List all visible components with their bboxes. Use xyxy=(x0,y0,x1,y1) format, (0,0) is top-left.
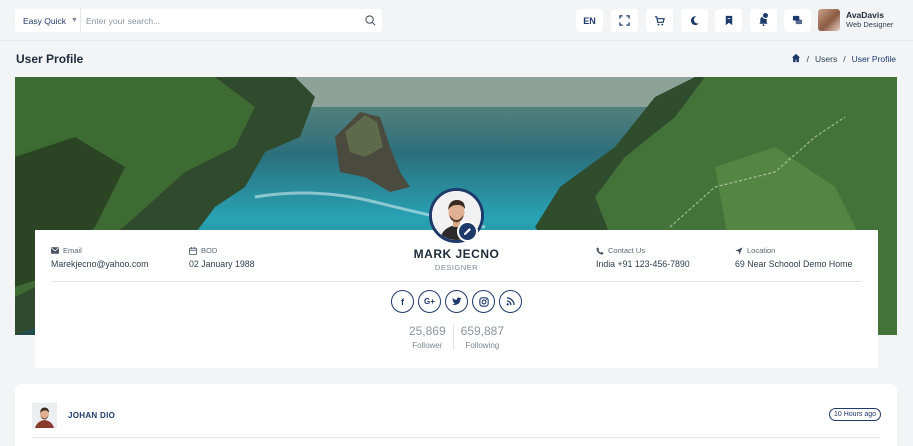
chevron-down-icon: ▼ xyxy=(71,17,78,24)
post-divider xyxy=(32,437,880,438)
following-label: Following xyxy=(465,341,500,350)
follower-stat: 25,869 Follower xyxy=(402,324,453,350)
contact-value: India +91 123-456-7890 xyxy=(596,259,690,269)
profile-card: Email Marekjecno@yahoo.com BOD 02 Januar… xyxy=(35,230,878,368)
search-icon[interactable] xyxy=(358,15,382,26)
search-bar: Easy Quick ▼ xyxy=(15,9,382,32)
breadcrumb: / Users / User Profile xyxy=(791,53,896,65)
location-arrow-icon xyxy=(735,246,743,255)
breadcrumb-separator: / xyxy=(843,54,846,64)
post-card: JOHAN DIO 10 Hours ago xyxy=(15,384,897,446)
notification-button[interactable] xyxy=(750,9,777,32)
search-input[interactable] xyxy=(81,15,358,26)
post-time-badge: 10 Hours ago xyxy=(828,408,881,421)
language-button[interactable]: EN xyxy=(576,9,603,32)
rss-icon xyxy=(506,297,515,306)
social-links: f G+ xyxy=(35,290,878,313)
language-label: EN xyxy=(583,15,596,26)
user-role: Web Designer xyxy=(846,20,894,29)
edit-avatar-button[interactable] xyxy=(457,221,478,242)
page-title: User Profile xyxy=(16,52,84,66)
following-stat: 659,887 Following xyxy=(452,324,511,350)
home-icon[interactable] xyxy=(791,53,801,65)
location-info: Location 69 Near Schoool Demo Home xyxy=(735,246,852,269)
follow-stats: 25,869 Follower 659,887 Following xyxy=(35,324,878,350)
contact-label: Contact Us xyxy=(608,246,646,255)
user-menu[interactable]: AvaDavis Web Designer xyxy=(818,9,893,31)
breadcrumb-current: User Profile xyxy=(851,54,896,64)
breadcrumb-separator: / xyxy=(806,54,810,64)
fullscreen-icon xyxy=(619,15,630,26)
twitter-icon xyxy=(451,297,462,305)
post-author-name[interactable]: JOHAN DIO xyxy=(68,411,115,420)
bookmark-button[interactable] xyxy=(715,9,742,32)
dark-mode-button[interactable] xyxy=(681,9,708,32)
top-bar: Easy Quick ▼ EN AvaDavis Web Designer xyxy=(0,0,913,41)
breadcrumb-users[interactable]: Users xyxy=(815,54,837,64)
contact-info: Contact Us India +91 123-456-7890 xyxy=(596,246,690,269)
follower-label: Follower xyxy=(412,341,443,350)
moon-icon xyxy=(690,16,699,26)
search-category-label: Easy Quick xyxy=(23,15,66,26)
chat-icon xyxy=(792,15,803,25)
phone-icon xyxy=(596,246,604,255)
post-author-avatar xyxy=(32,403,57,428)
cart-icon xyxy=(654,16,665,26)
facebook-icon: f xyxy=(401,296,404,307)
user-avatar xyxy=(818,9,840,31)
pencil-icon xyxy=(463,228,471,236)
rss-button[interactable] xyxy=(499,290,522,313)
user-name: AvaDavis xyxy=(846,10,884,20)
facebook-button[interactable]: f xyxy=(391,290,414,313)
follower-count: 25,869 xyxy=(408,324,446,338)
messages-button[interactable] xyxy=(784,9,811,32)
search-category-select[interactable]: Easy Quick ▼ xyxy=(15,9,81,32)
google-plus-button[interactable]: G+ xyxy=(418,290,441,313)
fullscreen-button[interactable] xyxy=(611,9,638,32)
twitter-button[interactable] xyxy=(445,290,468,313)
instagram-icon xyxy=(478,296,489,307)
notification-badge xyxy=(762,12,769,19)
cart-button[interactable] xyxy=(646,9,673,32)
instagram-button[interactable] xyxy=(472,290,495,313)
google-plus-icon: G+ xyxy=(424,297,435,306)
location-label: Location xyxy=(747,246,776,255)
card-divider xyxy=(51,281,862,282)
location-value: 69 Near Schoool Demo Home xyxy=(735,259,853,269)
bookmark-icon xyxy=(725,15,732,26)
following-count: 659,887 xyxy=(460,324,505,338)
